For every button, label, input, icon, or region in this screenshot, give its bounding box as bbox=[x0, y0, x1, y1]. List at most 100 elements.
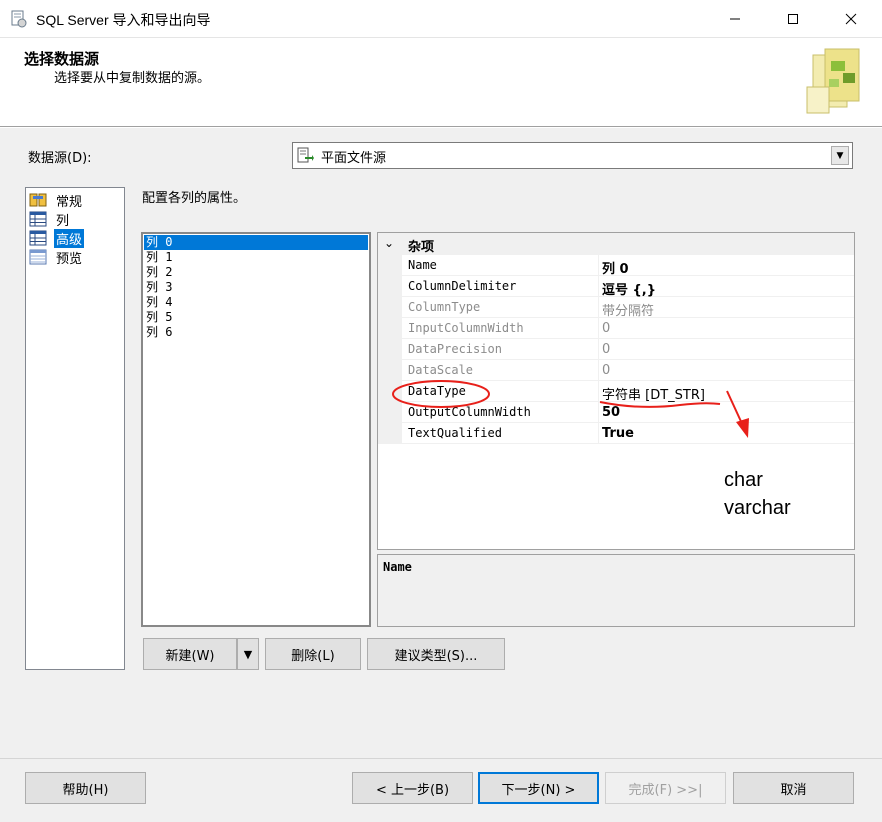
divider bbox=[598, 318, 599, 339]
columns-icon bbox=[29, 211, 47, 227]
property-row-name[interactable]: Name 列 0 bbox=[378, 255, 854, 277]
data-source-select[interactable]: 平面文件源 ▼ bbox=[292, 142, 853, 169]
property-value: 0 bbox=[602, 342, 611, 357]
property-value[interactable]: 逗号 {,} bbox=[602, 279, 656, 298]
minimize-icon bbox=[730, 18, 740, 20]
chevron-down-icon[interactable]: ▼ bbox=[831, 146, 849, 165]
property-name: TextQualified bbox=[408, 426, 502, 440]
divider bbox=[598, 402, 599, 423]
back-button[interactable]: < 上一步(B) bbox=[352, 772, 473, 804]
wizard-header: 选择数据源 选择要从中复制数据的源。 bbox=[0, 39, 882, 127]
annotation-line: char bbox=[724, 469, 763, 491]
column-list-item[interactable]: 列 1 bbox=[144, 250, 368, 265]
column-list-item[interactable]: 列 0 bbox=[144, 235, 368, 250]
nav-item-columns[interactable]: 列 bbox=[29, 210, 71, 229]
property-row-inputcolumnwidth[interactable]: InputColumnWidth 0 bbox=[378, 318, 854, 339]
property-row-datatype[interactable]: DataType 字符串 [DT_STR] bbox=[378, 381, 854, 403]
property-row-outputcolumnwidth[interactable]: OutputColumnWidth 50 bbox=[378, 402, 854, 423]
nav-label: 列 bbox=[56, 213, 70, 229]
cancel-button[interactable]: 取消 bbox=[733, 772, 854, 804]
column-list-item[interactable]: 列 6 bbox=[144, 325, 368, 340]
property-category[interactable]: ⌄ 杂项 bbox=[378, 233, 854, 255]
page-nav-list: 常规 列 高级 预览 bbox=[25, 187, 125, 670]
property-value[interactable]: 字符串 [DT_STR] bbox=[602, 384, 705, 403]
row-gutter bbox=[378, 360, 402, 381]
property-row-textqualified[interactable]: TextQualified True bbox=[378, 423, 854, 444]
minimize-button[interactable] bbox=[712, 0, 758, 38]
column-list-item[interactable]: 列 5 bbox=[144, 310, 368, 325]
divider bbox=[598, 360, 599, 381]
maximize-button[interactable] bbox=[770, 0, 816, 38]
property-name: DataType bbox=[408, 384, 466, 398]
column-list[interactable]: 列 0 列 1 列 2 列 3 列 4 列 5 列 6 bbox=[141, 232, 371, 627]
column-list-item[interactable]: 列 4 bbox=[144, 295, 368, 310]
new-column-dropdown-icon[interactable]: ▼ bbox=[237, 638, 259, 670]
nav-label: 高级 bbox=[54, 228, 85, 248]
page-title: 选择数据源 bbox=[24, 50, 100, 68]
close-icon bbox=[845, 13, 857, 25]
divider bbox=[598, 255, 599, 276]
finish-button: 完成(F) >>| bbox=[605, 772, 726, 804]
column-list-item[interactable]: 列 2 bbox=[144, 265, 368, 280]
next-button[interactable]: 下一步(N) > bbox=[478, 772, 599, 804]
property-row-datascale[interactable]: DataScale 0 bbox=[378, 360, 854, 381]
row-gutter bbox=[378, 402, 402, 423]
property-row-columndelimiter[interactable]: ColumnDelimiter 逗号 {,} bbox=[378, 276, 854, 298]
window-title: SQL Server 导入和导出向导 bbox=[36, 12, 211, 28]
data-source-value: 平面文件源 bbox=[321, 151, 387, 166]
delete-column-button[interactable]: 删除(L) bbox=[265, 638, 361, 670]
property-value[interactable]: 列 0 bbox=[602, 258, 629, 277]
page-subtitle: 选择要从中复制数据的源。 bbox=[54, 71, 211, 86]
property-description-title: Name bbox=[383, 560, 412, 574]
flat-file-icon bbox=[297, 147, 314, 163]
row-gutter bbox=[378, 297, 402, 318]
nav-label: 预览 bbox=[56, 251, 83, 267]
data-source-label: 数据源(D): bbox=[28, 151, 92, 166]
app-icon bbox=[11, 10, 27, 28]
collapse-chevron-icon[interactable]: ⌄ bbox=[384, 236, 394, 250]
property-value[interactable]: 50 bbox=[602, 405, 620, 420]
property-name: OutputColumnWidth bbox=[408, 405, 531, 419]
divider bbox=[598, 423, 599, 444]
title-bar: SQL Server 导入和导出向导 bbox=[0, 0, 882, 38]
row-gutter bbox=[378, 276, 402, 297]
property-row-dataprecision[interactable]: DataPrecision 0 bbox=[378, 339, 854, 360]
property-name: DataScale bbox=[408, 363, 474, 377]
help-button[interactable]: 帮助(H) bbox=[25, 772, 146, 804]
row-gutter bbox=[378, 423, 402, 444]
property-value: 0 bbox=[602, 363, 611, 378]
property-value: 带分隔符 bbox=[602, 304, 655, 319]
row-gutter bbox=[378, 381, 402, 402]
new-column-button[interactable]: 新建(W) bbox=[143, 638, 237, 670]
section-description: 配置各列的属性。 bbox=[142, 191, 247, 206]
nav-item-advanced[interactable]: 高级 bbox=[29, 228, 85, 248]
property-category-label: 杂项 bbox=[408, 240, 435, 255]
property-row-columntype[interactable]: ColumnType 带分隔符 bbox=[378, 297, 854, 319]
row-gutter bbox=[378, 339, 402, 360]
property-value[interactable]: True bbox=[602, 426, 634, 441]
property-name: Name bbox=[408, 258, 437, 272]
annotation-line: varchar bbox=[724, 497, 791, 519]
property-description-pane: Name bbox=[377, 554, 855, 627]
suggest-types-button[interactable]: 建议类型(S)... bbox=[367, 638, 505, 670]
nav-label: 常规 bbox=[56, 194, 83, 210]
row-gutter bbox=[378, 255, 402, 276]
close-button[interactable] bbox=[828, 0, 874, 38]
property-name: ColumnDelimiter bbox=[408, 279, 517, 293]
annotation-text: char varchar bbox=[724, 466, 791, 522]
general-icon bbox=[29, 193, 47, 207]
property-name: InputColumnWidth bbox=[408, 321, 524, 335]
property-value: 0 bbox=[602, 321, 611, 336]
nav-item-general[interactable]: 常规 bbox=[29, 191, 84, 210]
row-gutter bbox=[378, 318, 402, 339]
divider bbox=[598, 339, 599, 360]
divider bbox=[598, 381, 599, 402]
property-name: DataPrecision bbox=[408, 342, 502, 356]
wizard-logo-icon bbox=[806, 48, 860, 114]
divider bbox=[598, 276, 599, 297]
column-list-item[interactable]: 列 3 bbox=[144, 280, 368, 295]
property-name: ColumnType bbox=[408, 300, 481, 314]
nav-item-preview[interactable]: 预览 bbox=[29, 248, 84, 267]
divider bbox=[598, 297, 599, 318]
maximize-icon bbox=[788, 14, 798, 24]
